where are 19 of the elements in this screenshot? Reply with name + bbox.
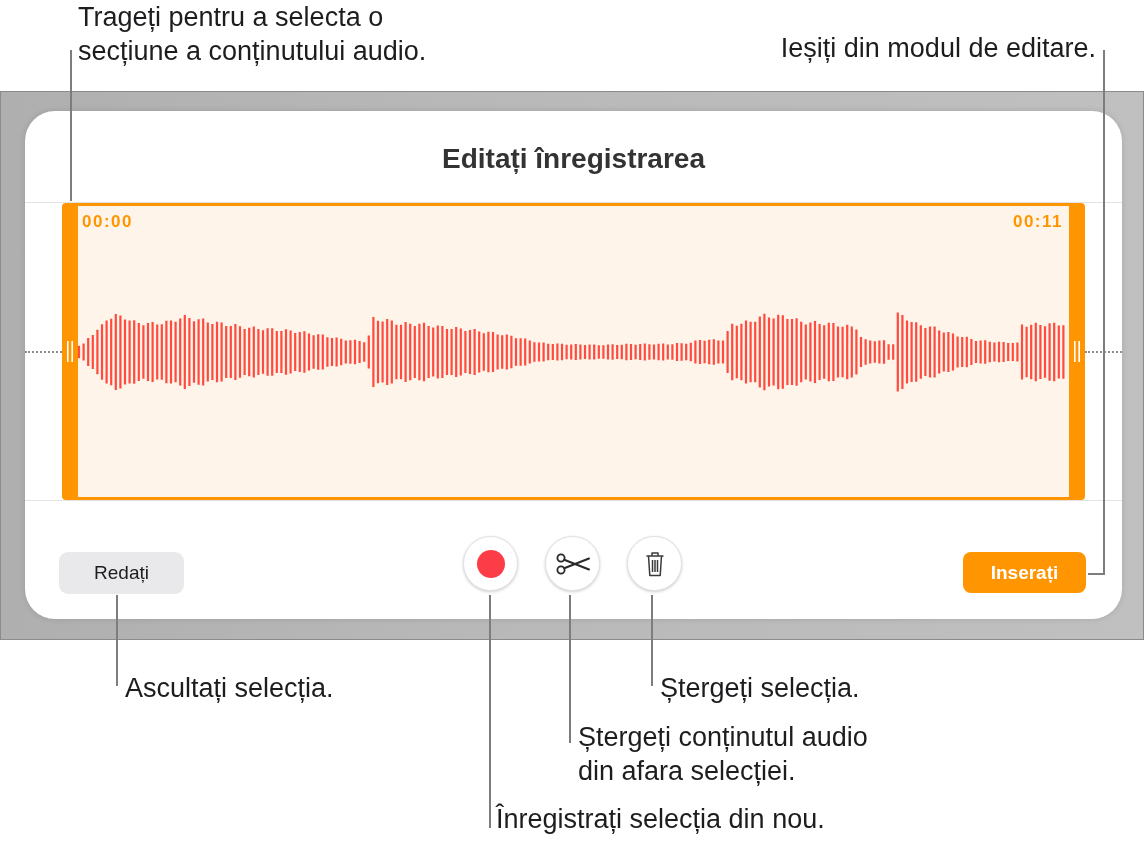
trash-icon	[644, 550, 665, 577]
callout-text: Ștergeți conținutul audio din afara selecției.	[578, 721, 869, 788]
record-button[interactable]	[463, 536, 518, 591]
callout-text: Ascultați selecția.	[125, 672, 334, 705]
time-label: 00:11	[1012, 212, 1063, 232]
scissors-icon	[555, 552, 590, 575]
callout-text: Înregistrați selecția din nou.	[496, 802, 825, 836]
callout-text: Ștergeți selecția.	[660, 672, 860, 705]
dotted-line	[1085, 350, 1122, 353]
grip-icon	[1074, 341, 1080, 362]
callout-text: Ieșiți din modul de editare.	[780, 32, 1096, 65]
play-button[interactable]: Redați	[59, 552, 184, 594]
trim-button[interactable]	[545, 536, 600, 591]
record-icon	[476, 549, 505, 578]
delete-button[interactable]	[627, 536, 682, 591]
dialog-title: Editați înregistrarea	[442, 142, 705, 175]
callout-text: Trageți pentru a selecta o secțiune a conținutului audio.	[78, 1, 428, 68]
time-label: 00:00	[82, 212, 133, 232]
grip-icon	[67, 341, 73, 362]
